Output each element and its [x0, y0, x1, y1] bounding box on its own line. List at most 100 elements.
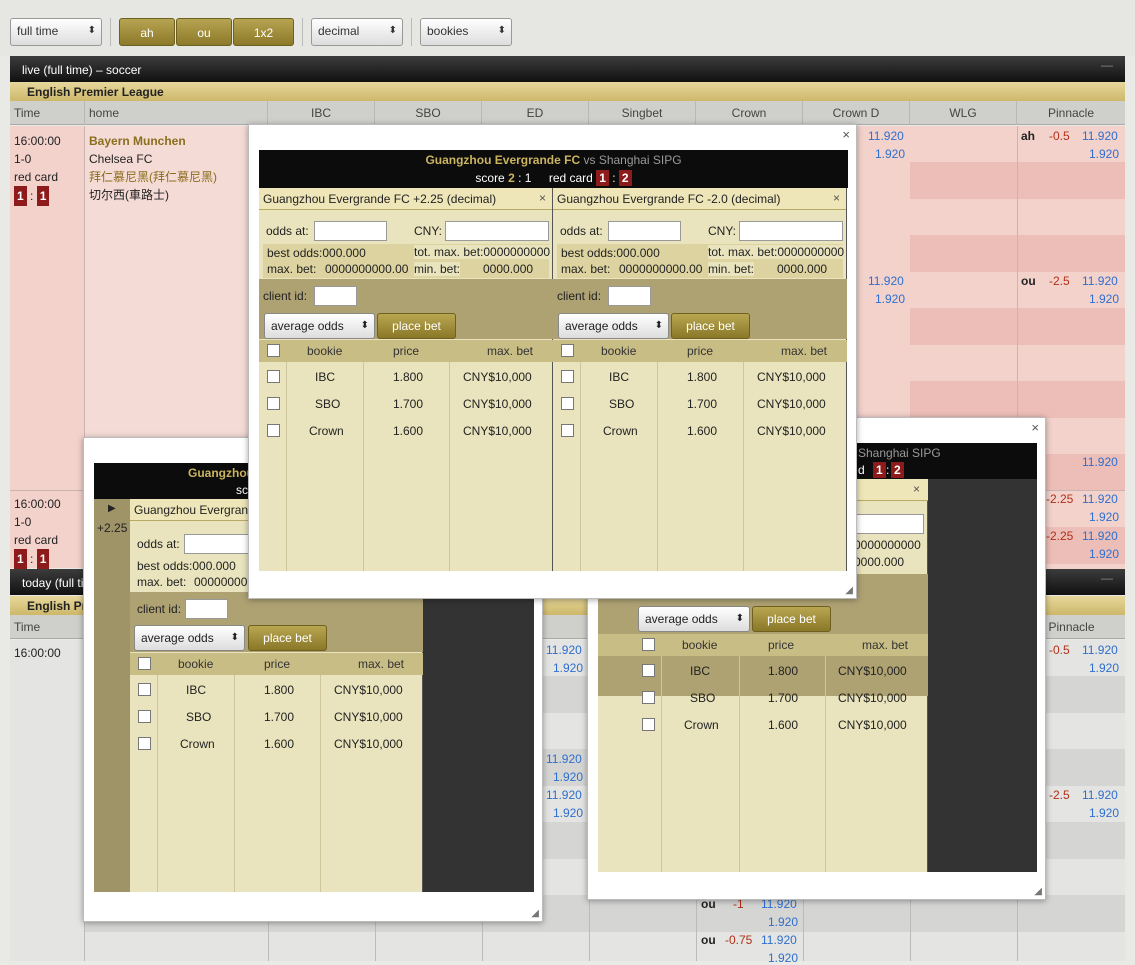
- bookie-checkbox[interactable]: [267, 424, 280, 437]
- close-icon[interactable]: ×: [1031, 420, 1039, 435]
- bookie-checkbox[interactable]: [561, 397, 574, 410]
- min-bet-label: min. bet:: [708, 262, 755, 276]
- odds-value[interactable]: 11.920: [1082, 455, 1118, 469]
- bookie-checkbox[interactable]: [138, 710, 151, 723]
- cny-input[interactable]: [445, 221, 549, 241]
- select-all-checkbox[interactable]: [267, 344, 280, 357]
- average-odds-select[interactable]: average odds: [264, 313, 375, 339]
- red-card-label: red card: [14, 170, 59, 184]
- home-team[interactable]: Bayern Munchen: [89, 132, 217, 150]
- odds-value[interactable]: 11.920: [1082, 129, 1118, 143]
- bookie-price: 1.600: [768, 718, 799, 732]
- tot-max-bet: 0000000000: [854, 538, 921, 552]
- odds-value[interactable]: 1.920: [1089, 806, 1119, 820]
- odds-value[interactable]: 1.920: [1089, 292, 1119, 306]
- client-id-input[interactable]: [608, 286, 651, 306]
- bookie-name: SBO: [690, 691, 716, 705]
- away-team-title: Shanghai SIPG: [598, 153, 682, 167]
- select-all-checkbox[interactable]: [138, 657, 151, 670]
- odds-value[interactable]: 11.920: [1082, 788, 1118, 802]
- odds-value[interactable]: 1.920: [1089, 661, 1119, 675]
- place-bet-button[interactable]: place bet: [671, 313, 750, 339]
- average-odds-select[interactable]: average odds: [558, 313, 669, 339]
- minimize-icon[interactable]: —: [1101, 58, 1113, 72]
- bookie-checkbox[interactable]: [642, 664, 655, 677]
- vs-label: vs: [583, 153, 596, 167]
- place-bet-button[interactable]: place bet: [752, 606, 831, 632]
- odds-value[interactable]: 11.920: [868, 274, 904, 288]
- resize-handle-icon[interactable]: ◢: [845, 585, 853, 596]
- close-icon[interactable]: ×: [913, 482, 920, 496]
- bookie-checkbox[interactable]: [267, 370, 280, 383]
- place-bet-button[interactable]: place bet: [377, 313, 456, 339]
- odds-value[interactable]: 1.920: [768, 915, 798, 929]
- close-icon[interactable]: ×: [833, 191, 840, 205]
- odds-format-select[interactable]: decimal: [311, 18, 403, 46]
- odds-value[interactable]: 11.920: [1082, 529, 1118, 543]
- odds-value[interactable]: 1.920: [1089, 547, 1119, 561]
- resize-handle-icon[interactable]: ◢: [1034, 886, 1042, 897]
- odds-value[interactable]: 11.920: [546, 752, 582, 766]
- bookies-select[interactable]: bookies: [420, 18, 512, 46]
- odds-value[interactable]: 1.920: [1089, 147, 1119, 161]
- odds-value[interactable]: 1.920: [875, 147, 905, 161]
- red-card-home: 1: [596, 170, 609, 186]
- bookie-checkbox[interactable]: [138, 683, 151, 696]
- odds-value[interactable]: 11.920: [1082, 643, 1118, 657]
- close-icon[interactable]: ×: [539, 191, 546, 205]
- resize-handle-icon[interactable]: ◢: [531, 908, 539, 919]
- bookie-price: 1.700: [687, 397, 718, 411]
- bet-slip: Guangzhou Evergrande FC -2.0 (decimal) ×…: [553, 188, 847, 571]
- place-bet-button[interactable]: place bet: [248, 625, 327, 651]
- minimize-icon[interactable]: —: [1101, 571, 1113, 585]
- select-all-checkbox[interactable]: [642, 638, 655, 651]
- bookie-checkbox[interactable]: [642, 718, 655, 731]
- odds-at-input[interactable]: [608, 221, 681, 241]
- odds-value[interactable]: 11.920: [868, 129, 904, 143]
- bookie-checkbox[interactable]: [267, 397, 280, 410]
- average-odds-select[interactable]: average odds: [638, 606, 750, 632]
- col-crown: Crown: [696, 101, 803, 125]
- client-id-label: client id:: [557, 289, 602, 303]
- odds-value[interactable]: 1.920: [553, 661, 583, 675]
- odds-value[interactable]: 11.920: [546, 643, 582, 657]
- tot-max-bet: tot. max. bet:0000000000: [708, 245, 845, 259]
- odds-value[interactable]: 11.920: [1082, 492, 1118, 506]
- select-all-checkbox[interactable]: [561, 344, 574, 357]
- odds-value[interactable]: 1.920: [1089, 510, 1119, 524]
- match-score: 1-0: [14, 515, 32, 529]
- ou-button[interactable]: ou: [176, 18, 232, 46]
- divider: [286, 362, 287, 571]
- odds-value[interactable]: 1.920: [768, 951, 798, 965]
- market-label: ou: [1021, 274, 1036, 288]
- odds-value[interactable]: 1.920: [553, 806, 583, 820]
- odds-value[interactable]: 11.920: [761, 933, 797, 947]
- client-id-input[interactable]: [314, 286, 357, 306]
- odds-value[interactable]: 1.920: [875, 292, 905, 306]
- bookie-checkbox[interactable]: [561, 424, 574, 437]
- odds-value[interactable]: 11.920: [1082, 274, 1118, 288]
- bookie-checkbox[interactable]: [561, 370, 574, 383]
- cny-input[interactable]: [739, 221, 843, 241]
- odds-at-input[interactable]: [314, 221, 387, 241]
- odds-value[interactable]: 1.920: [553, 770, 583, 784]
- bookie-checkbox[interactable]: [138, 737, 151, 750]
- client-id-input[interactable]: [185, 599, 228, 619]
- 1x2-button[interactable]: 1x2: [233, 18, 294, 46]
- away-team-cn: 切尔西(車路士): [89, 188, 169, 202]
- best-odds: best odds:000.000: [137, 559, 236, 573]
- col-price: price: [264, 657, 291, 671]
- rc-sep: :: [612, 171, 616, 185]
- period-select[interactable]: full time: [10, 18, 102, 46]
- best-odds: best odds:000.000: [561, 246, 660, 260]
- average-odds-select[interactable]: average odds: [134, 625, 245, 651]
- ah-button[interactable]: ah: [119, 18, 175, 46]
- odds-at-input[interactable]: [184, 534, 254, 554]
- bookie-checkbox[interactable]: [642, 691, 655, 704]
- away-team[interactable]: Chelsea FC: [89, 150, 217, 168]
- bookie-name: Crown: [180, 737, 215, 751]
- close-icon[interactable]: ×: [842, 127, 850, 142]
- odds-value[interactable]: 11.920: [546, 788, 582, 802]
- expand-arrow-icon[interactable]: ▶: [108, 503, 116, 514]
- cny-input[interactable]: [853, 514, 924, 534]
